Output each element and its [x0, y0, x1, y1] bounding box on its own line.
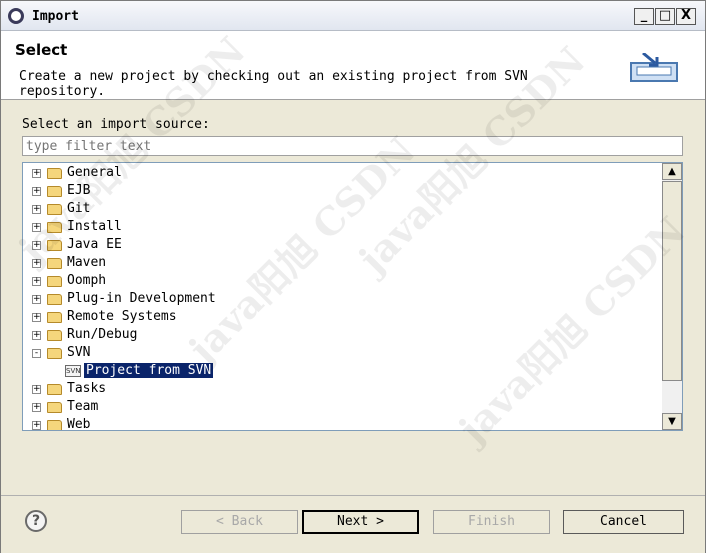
- tree-item[interactable]: - SVN: [23, 344, 663, 362]
- tree-item-label: General: [67, 165, 122, 180]
- expand-icon[interactable]: +: [32, 205, 41, 214]
- tree-item-label: Java EE: [67, 237, 122, 252]
- filter-input[interactable]: [22, 136, 683, 156]
- eclipse-icon: [8, 8, 24, 24]
- tree-item[interactable]: SVN Project from SVN: [23, 362, 663, 380]
- page-description: Create a new project by checking out an …: [19, 69, 528, 99]
- tree-item[interactable]: + Maven: [23, 254, 663, 272]
- cancel-button[interactable]: Cancel: [563, 510, 684, 534]
- svn-project-icon: SVN: [65, 365, 81, 377]
- collapse-icon[interactable]: -: [32, 349, 41, 358]
- folder-icon: [47, 168, 62, 179]
- tree-item[interactable]: + EJB: [23, 182, 663, 200]
- tree-item[interactable]: + Tasks: [23, 380, 663, 398]
- expand-icon[interactable]: +: [32, 223, 41, 232]
- expand-icon[interactable]: +: [32, 403, 41, 412]
- expand-icon[interactable]: +: [32, 241, 41, 250]
- title-bar: Import _ □ X: [1, 1, 705, 31]
- import-source-tree[interactable]: + General + EJB + Git + Install + Java EE + Maven + O…: [22, 162, 683, 431]
- expand-icon[interactable]: +: [32, 259, 41, 268]
- scroll-thumb[interactable]: [662, 181, 682, 381]
- tree-item[interactable]: + General: [23, 164, 663, 182]
- window-title: Import: [32, 9, 79, 24]
- close-button[interactable]: X: [676, 8, 696, 25]
- tree-scrollbar[interactable]: ▲ ▼: [662, 163, 682, 430]
- folder-icon: [47, 294, 62, 305]
- expand-icon[interactable]: +: [32, 313, 41, 322]
- folder-icon: [47, 384, 62, 395]
- folder-icon: [47, 348, 62, 359]
- folder-icon: [47, 222, 62, 233]
- folder-icon: [47, 240, 62, 251]
- tree-item[interactable]: + Git: [23, 200, 663, 218]
- tree-item-label: SVN: [67, 345, 91, 360]
- page-title: Select: [15, 41, 68, 59]
- expand-icon[interactable]: +: [32, 169, 41, 178]
- folder-icon: [47, 186, 62, 197]
- folder-icon: [47, 402, 62, 413]
- folder-icon: [47, 420, 62, 430]
- next-button[interactable]: Next >: [302, 510, 419, 534]
- minimize-button[interactable]: _: [634, 8, 654, 25]
- tree-item[interactable]: + Team: [23, 398, 663, 416]
- tree-item[interactable]: + Install: [23, 218, 663, 236]
- tree-item-label: Plug-in Development: [67, 291, 216, 306]
- tree-item-label: Git: [67, 201, 91, 216]
- tree-item[interactable]: + Plug-in Development: [23, 290, 663, 308]
- tree-item[interactable]: + Oomph: [23, 272, 663, 290]
- back-button[interactable]: < Back: [181, 510, 298, 534]
- tree-item-label: Run/Debug: [67, 327, 138, 342]
- scroll-up-button[interactable]: ▲: [662, 163, 682, 180]
- expand-icon[interactable]: +: [32, 421, 41, 430]
- tree-item[interactable]: + Web: [23, 416, 663, 431]
- tree-item-label: Tasks: [67, 381, 107, 396]
- tree-item-label: Maven: [67, 255, 107, 270]
- tree-item[interactable]: + Java EE: [23, 236, 663, 254]
- folder-icon: [47, 258, 62, 269]
- scroll-down-button[interactable]: ▼: [662, 413, 682, 430]
- expand-icon[interactable]: +: [32, 187, 41, 196]
- tree-item-label: Team: [67, 399, 99, 414]
- tree-item[interactable]: + Remote Systems: [23, 308, 663, 326]
- maximize-button[interactable]: □: [655, 8, 675, 25]
- expand-icon[interactable]: +: [32, 277, 41, 286]
- wizard-header: Select Create a new project by checking …: [1, 31, 705, 100]
- import-source-label: Select an import source:: [22, 117, 210, 132]
- tree-item-label: Oomph: [67, 273, 107, 288]
- folder-icon: [47, 312, 62, 323]
- tree-item-label: Install: [67, 219, 122, 234]
- expand-icon[interactable]: +: [32, 331, 41, 340]
- import-wizard-icon: [630, 53, 678, 82]
- tree-item[interactable]: + Run/Debug: [23, 326, 663, 344]
- help-icon[interactable]: ?: [25, 510, 47, 532]
- folder-icon: [47, 204, 62, 215]
- finish-button[interactable]: Finish: [433, 510, 550, 534]
- tree-item-label: Project from SVN: [84, 363, 214, 378]
- expand-icon[interactable]: +: [32, 295, 41, 304]
- import-dialog: Import _ □ X Select Create a new project…: [0, 0, 706, 553]
- folder-icon: [47, 276, 62, 287]
- tree-item-label: Remote Systems: [67, 309, 177, 324]
- tree-item-label: Web: [67, 417, 91, 431]
- expand-icon[interactable]: +: [32, 385, 41, 394]
- tree-item-label: EJB: [67, 183, 91, 198]
- folder-icon: [47, 330, 62, 341]
